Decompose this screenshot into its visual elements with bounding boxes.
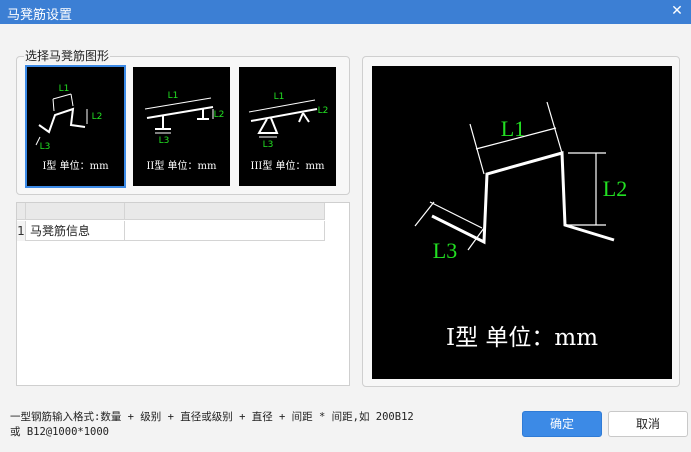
shape-option-type-2[interactable]: L1 L2 L3 II型 单位：mm [133,67,230,186]
grid-header-value [124,203,325,220]
property-grid: 1 马凳筋信息 [16,202,350,386]
type-1-l1-label: L1 [59,84,70,94]
hint-line-2: 或 B12@1000*1000 [10,426,110,438]
shape-group-legend: 选择马凳筋图形 [24,47,111,64]
type-3-caption: III型 单位：mm [250,161,325,172]
type-2-caption: II型 单位：mm [146,161,217,172]
preview-l3-label: L3 [433,238,457,263]
ok-button[interactable]: 确定 [522,411,602,437]
type-3-l3-label: L3 [263,140,274,150]
preview-panel: L1 L2 L3 I型 单位：mm [362,56,680,387]
type-1-caption: I型 单位：mm [42,161,109,172]
row-number: 1 [17,221,25,241]
type-2-l2-label: L2 [214,110,225,120]
row-value-cell[interactable] [124,221,325,241]
preview-caption: I型 单位：mm [445,325,598,351]
type-3-l1-label: L1 [274,92,285,102]
type-3-l2-label: L2 [318,106,329,116]
cancel-button[interactable]: 取消 [608,411,688,437]
title-bar: 马凳筋设置 ✕ [0,0,691,24]
input-format-hint: 一型钢筋输入格式:数量 + 级别 + 直径或级别 + 直径 + 间距 * 间距,… [10,410,480,440]
row-name-cell: 马凳筋信息 [25,221,124,241]
type-2-l1-label: L1 [168,91,179,101]
close-icon[interactable]: ✕ [669,3,685,19]
preview-canvas: L1 L2 L3 I型 单位：mm [372,66,672,379]
hint-line-1: 一型钢筋输入格式:数量 + 级别 + 直径或级别 + 直径 + 间距 * 间距,… [10,411,414,423]
preview-l2-label: L2 [603,176,627,201]
grid-header-name [25,203,124,220]
shape-option-type-3[interactable]: L1 L2 L3 III型 单位：mm [239,67,336,186]
preview-l1-label: L1 [501,116,525,141]
table-row[interactable]: 1 马凳筋信息 [17,221,325,241]
type-1-l2-label: L2 [92,112,103,122]
shape-selection-group: L1 L2 L3 I型 单位：mm L1 L2 L3 II型 单位：mm L1 … [16,56,350,195]
type-2-l3-label: L3 [159,136,170,146]
window-title: 马凳筋设置 [7,8,73,23]
shape-option-type-1[interactable]: L1 L2 L3 I型 单位：mm [25,65,126,188]
type-1-l3-label: L3 [40,142,51,152]
grid-header-rownum [17,203,25,220]
